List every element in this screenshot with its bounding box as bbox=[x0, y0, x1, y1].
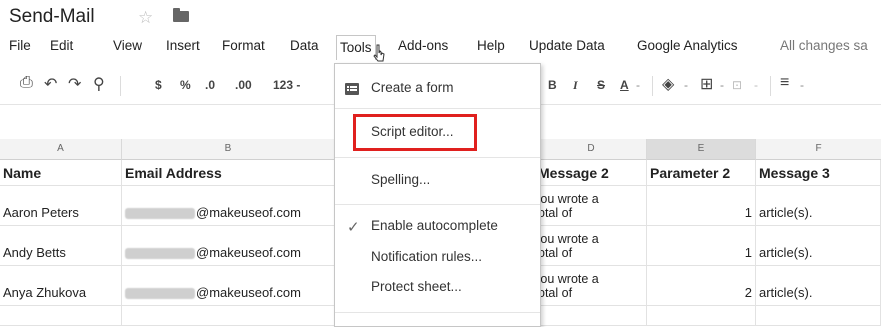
cell-parameter-2[interactable]: 2 bbox=[647, 266, 756, 306]
redo-icon[interactable]: ↷ bbox=[68, 74, 81, 94]
cell-message-2-line1: 'ou wrote a bbox=[538, 232, 599, 246]
cell-header-email[interactable]: Email Address bbox=[122, 160, 335, 186]
menu-item-label: Protect sheet... bbox=[371, 279, 462, 294]
column-header-f[interactable]: F bbox=[756, 139, 881, 160]
cell-message-2-line1: 'ou wrote a bbox=[538, 192, 599, 206]
menu-item-label: Spelling... bbox=[371, 172, 431, 187]
redacted-email bbox=[125, 208, 195, 220]
strikethrough-button[interactable]: S bbox=[597, 78, 605, 92]
cell-name[interactable]: Anya Zhukova bbox=[0, 266, 122, 306]
cell-message-2[interactable]: 'ou wrote a otal of bbox=[535, 186, 647, 226]
text-color-dropdown-icon[interactable]: - bbox=[636, 78, 640, 92]
menu-bar: File Edit View Insert Format Data Tools … bbox=[0, 35, 881, 60]
empty-cell[interactable] bbox=[756, 306, 881, 326]
italic-button[interactable]: I bbox=[573, 78, 578, 93]
email-domain: @makeuseof.com bbox=[196, 245, 301, 260]
borders-dropdown-icon[interactable]: - bbox=[720, 78, 724, 92]
cell-parameter-2[interactable]: 1 bbox=[647, 186, 756, 226]
empty-cell[interactable] bbox=[535, 306, 647, 326]
cell-message-3[interactable]: article(s). bbox=[756, 186, 881, 226]
fill-color-dropdown-icon[interactable]: - bbox=[684, 78, 688, 92]
cell-message-2-line2: otal of bbox=[538, 286, 573, 300]
percent-format-button[interactable]: % bbox=[180, 78, 191, 92]
empty-cell[interactable] bbox=[122, 306, 335, 326]
save-status: All changes sa bbox=[780, 38, 868, 53]
decrease-decimal-button[interactable]: .0 bbox=[205, 78, 215, 92]
menu-google-analytics[interactable]: Google Analytics bbox=[637, 38, 738, 53]
menu-item-notification-rules[interactable]: Notification rules... bbox=[335, 249, 540, 269]
menu-data[interactable]: Data bbox=[290, 38, 319, 53]
menu-edit[interactable]: Edit bbox=[50, 38, 73, 53]
tools-menu: Create a form Script editor... Spelling.… bbox=[334, 63, 541, 327]
cell-message-2-line2: otal of bbox=[538, 246, 573, 260]
menu-item-enable-autocomplete[interactable]: ✓ Enable autocomplete bbox=[335, 218, 540, 238]
redacted-email bbox=[125, 248, 195, 260]
empty-cell[interactable] bbox=[647, 306, 756, 326]
cell-message-3[interactable]: article(s). bbox=[756, 266, 881, 306]
merge-dropdown-icon[interactable]: - bbox=[754, 78, 758, 92]
empty-cell[interactable] bbox=[0, 306, 122, 326]
menu-add-ons[interactable]: Add-ons bbox=[398, 38, 448, 53]
bold-button[interactable]: B bbox=[548, 78, 557, 92]
text-color-button[interactable]: A bbox=[620, 78, 629, 92]
cell-message-3[interactable]: article(s). bbox=[756, 226, 881, 266]
menu-item-protect-sheet[interactable]: Protect sheet... bbox=[335, 279, 540, 299]
form-icon bbox=[345, 83, 359, 95]
more-formats-button[interactable]: 123 - bbox=[273, 78, 300, 92]
increase-decimal-button[interactable]: .00 bbox=[235, 78, 252, 92]
cell-header-parameter-2[interactable]: Parameter 2 bbox=[647, 160, 756, 186]
column-header-e[interactable]: E bbox=[647, 139, 756, 160]
undo-icon[interactable]: ↶ bbox=[44, 74, 57, 94]
cell-message-2-line2: otal of bbox=[538, 206, 573, 220]
menu-item-label: Create a form bbox=[371, 80, 454, 95]
paint-format-icon[interactable]: ⚲ bbox=[93, 74, 105, 94]
menu-item-label: Notification rules... bbox=[371, 249, 483, 264]
cell-name[interactable]: Aaron Peters bbox=[0, 186, 122, 226]
borders-icon[interactable]: ⊞ bbox=[700, 74, 713, 94]
folder-icon[interactable] bbox=[173, 8, 189, 22]
merge-cells-icon[interactable]: ⊡ bbox=[732, 78, 742, 92]
menu-file[interactable]: File bbox=[9, 38, 31, 53]
redacted-email bbox=[125, 288, 195, 300]
mouse-cursor-icon bbox=[373, 44, 385, 62]
menu-item-create-form[interactable]: Create a form bbox=[335, 80, 540, 100]
column-header-d[interactable]: D bbox=[536, 139, 647, 160]
email-domain: @makeuseof.com bbox=[196, 285, 301, 300]
cell-message-2-line1: 'ou wrote a bbox=[538, 272, 599, 286]
menu-item-spelling[interactable]: Spelling... bbox=[335, 172, 540, 192]
cell-header-message-3[interactable]: Message 3 bbox=[756, 160, 881, 186]
cell-email[interactable]: @makeuseof.com bbox=[122, 186, 335, 226]
column-header-a[interactable]: A bbox=[0, 139, 122, 160]
menu-item-script-editor[interactable]: Script editor... bbox=[335, 124, 540, 144]
align-icon[interactable]: ≡ bbox=[780, 74, 789, 92]
cell-message-2[interactable]: 'ou wrote a otal of bbox=[535, 266, 647, 306]
currency-format-button[interactable]: $ bbox=[155, 78, 162, 92]
menu-insert[interactable]: Insert bbox=[166, 38, 200, 53]
column-header-b[interactable]: B bbox=[122, 139, 335, 160]
menu-help[interactable]: Help bbox=[477, 38, 505, 53]
print-icon[interactable]: ⎙ bbox=[20, 74, 33, 92]
document-title[interactable]: Send-Mail bbox=[9, 6, 95, 28]
menu-item-label: Script editor... bbox=[371, 124, 454, 139]
email-domain: @makeuseof.com bbox=[196, 205, 301, 220]
cell-parameter-2[interactable]: 1 bbox=[647, 226, 756, 266]
menu-format[interactable]: Format bbox=[222, 38, 265, 53]
cell-email[interactable]: @makeuseof.com bbox=[122, 226, 335, 266]
menu-update-data[interactable]: Update Data bbox=[529, 38, 605, 53]
menu-tools[interactable]: Tools bbox=[336, 35, 376, 60]
checkmark-icon: ✓ bbox=[347, 219, 360, 236]
align-dropdown-icon[interactable]: - bbox=[800, 78, 804, 92]
star-icon[interactable]: ☆ bbox=[138, 8, 153, 28]
fill-color-icon[interactable]: ◈ bbox=[662, 74, 674, 94]
cell-header-message-2[interactable]: Message 2 bbox=[535, 160, 647, 186]
menu-item-label: Enable autocomplete bbox=[371, 218, 498, 233]
cell-message-2[interactable]: 'ou wrote a otal of bbox=[535, 226, 647, 266]
cell-header-name[interactable]: Name bbox=[0, 160, 122, 186]
cell-email[interactable]: @makeuseof.com bbox=[122, 266, 335, 306]
menu-view[interactable]: View bbox=[113, 38, 142, 53]
cell-name[interactable]: Andy Betts bbox=[0, 226, 122, 266]
